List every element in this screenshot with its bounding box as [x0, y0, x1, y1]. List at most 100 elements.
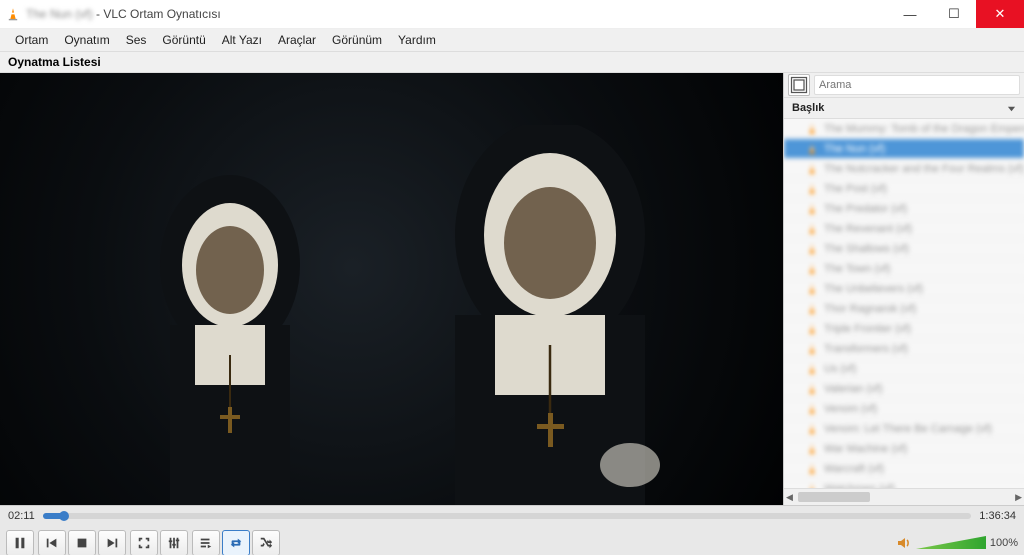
seek-knob[interactable] — [59, 511, 69, 521]
stop-icon — [75, 536, 89, 550]
vlc-cone-icon — [6, 7, 20, 21]
menu-gorunum[interactable]: Görünüm — [325, 31, 389, 49]
playlist-item-label: The Town (vf) — [824, 263, 890, 275]
menu-araclar[interactable]: Araçlar — [271, 31, 323, 49]
playlist-item[interactable]: War Machine (vf) — [784, 439, 1024, 459]
maximize-button[interactable]: ☐ — [932, 0, 976, 28]
equalizer-icon — [167, 536, 181, 550]
playlist-item-label: The Nutcracker and the Four Realms (vf) — [824, 163, 1024, 175]
playlist-item-label: The Shallows (vf) — [824, 243, 909, 255]
playlist-item[interactable]: The Nutcracker and the Four Realms (vf) — [784, 159, 1024, 179]
seek-row: 02:11 1:36:34 — [0, 506, 1024, 526]
fullscreen-icon — [137, 536, 151, 550]
playlist-item[interactable]: Valerian (vf) — [784, 379, 1024, 399]
vlc-cone-icon — [806, 463, 818, 475]
elapsed-time[interactable]: 02:11 — [8, 510, 35, 522]
menu-ses[interactable]: Ses — [119, 31, 154, 49]
playlist-item[interactable]: The Post (vf) — [784, 179, 1024, 199]
playlist-item[interactable]: The Shallows (vf) — [784, 239, 1024, 259]
total-time[interactable]: 1:36:34 — [979, 510, 1016, 522]
extended-settings-button[interactable] — [160, 530, 188, 555]
playlist-item[interactable]: The Predator (vf) — [784, 199, 1024, 219]
next-button[interactable] — [98, 530, 126, 555]
playlist-item[interactable]: Watchmen (vf) — [784, 479, 1024, 488]
playlist-item[interactable]: The Unbelievers (vf) — [784, 279, 1024, 299]
vlc-cone-icon — [806, 303, 818, 315]
search-input[interactable] — [814, 75, 1020, 95]
playlist-item-label: War Machine (vf) — [824, 443, 907, 455]
pause-icon — [13, 536, 27, 550]
vlc-cone-icon — [806, 163, 818, 175]
playlist-item[interactable]: Venom (vf) — [784, 399, 1024, 419]
shuffle-button[interactable] — [252, 530, 280, 555]
playlist-item[interactable]: The Town (vf) — [784, 259, 1024, 279]
vlc-cone-icon — [806, 123, 818, 135]
scrollbar-thumb[interactable] — [798, 492, 870, 502]
playlist-view-button[interactable] — [788, 74, 810, 96]
playlist-item[interactable]: Venom: Let There Be Carnage (vf) — [784, 419, 1024, 439]
menubar: Ortam Oynatım Ses Görüntü Alt Yazı Araçl… — [0, 29, 1024, 52]
minimize-button[interactable]: — — [888, 0, 932, 28]
loop-button[interactable] — [222, 530, 250, 555]
playlist-item[interactable]: The Mummy: Tomb of the Dragon Emperor (v… — [784, 119, 1024, 139]
vlc-cone-icon — [806, 183, 818, 195]
seek-slider[interactable] — [43, 513, 972, 519]
skip-previous-icon — [45, 536, 59, 550]
scroll-right-icon[interactable]: ▶ — [1015, 492, 1022, 503]
playlist-item-label: The Mummy: Tomb of the Dragon Emperor (v… — [824, 123, 1024, 135]
playlist-icon — [199, 536, 213, 550]
vlc-cone-icon — [806, 263, 818, 275]
playlist-hscrollbar[interactable]: ◀ ▶ — [784, 488, 1024, 505]
controls-bar: 100% — [0, 526, 1024, 555]
playlist-item-label: Venom (vf) — [824, 403, 877, 415]
volume-control: 100% — [896, 534, 1018, 552]
vlc-cone-icon — [806, 243, 818, 255]
menu-ortam[interactable]: Ortam — [8, 31, 55, 49]
playlist-item[interactable]: Transformers (vf) — [784, 339, 1024, 359]
playlist-item[interactable]: Thor Ragnarok (vf) — [784, 299, 1024, 319]
playlist-toolbar — [784, 73, 1024, 98]
playlist-item[interactable]: The Revenant (vf) — [784, 219, 1024, 239]
pause-button[interactable] — [6, 530, 34, 555]
scroll-left-icon[interactable]: ◀ — [786, 492, 793, 503]
playlist-panel: Başlık The Mummy: Tomb of the Dragon Emp… — [783, 73, 1024, 505]
fullscreen-button[interactable] — [130, 530, 158, 555]
vlc-cone-icon — [806, 423, 818, 435]
playlist-header: Oynatma Listesi — [0, 52, 1024, 73]
stop-button[interactable] — [68, 530, 96, 555]
vlc-cone-icon — [806, 383, 818, 395]
playlist-item-label: The Unbelievers (vf) — [824, 283, 923, 295]
close-button[interactable]: ✕ — [976, 0, 1024, 28]
volume-slider[interactable] — [916, 534, 986, 552]
window-title: The Nun (vf) - VLC Ortam Oynatıcısı — [26, 7, 888, 21]
playlist-item-label: Transformers (vf) — [824, 343, 908, 355]
playlist-item-label: Us (vf) — [824, 363, 856, 375]
playlist-item[interactable]: Warcraft (vf) — [784, 459, 1024, 479]
vlc-cone-icon — [806, 403, 818, 415]
vlc-cone-icon — [806, 223, 818, 235]
loop-icon — [229, 536, 243, 550]
menu-yardim[interactable]: Yardım — [391, 31, 443, 49]
playlist-column-header[interactable]: Başlık — [784, 98, 1024, 119]
playlist-item-label: Venom: Let There Be Carnage (vf) — [824, 423, 992, 435]
shuffle-icon — [259, 536, 273, 550]
skip-next-icon — [105, 536, 119, 550]
playlist-item-label: Valerian (vf) — [824, 383, 882, 395]
previous-button[interactable] — [38, 530, 66, 555]
menu-goruntu[interactable]: Görüntü — [155, 31, 212, 49]
content-area: Başlık The Mummy: Tomb of the Dragon Emp… — [0, 73, 1024, 506]
playlist-item[interactable]: The Nun (vf) — [784, 139, 1024, 159]
vlc-cone-icon — [806, 323, 818, 335]
video-area[interactable] — [0, 73, 783, 505]
volume-percent: 100% — [990, 537, 1018, 549]
menu-oynatim[interactable]: Oynatım — [57, 31, 116, 49]
vlc-cone-icon — [806, 443, 818, 455]
speaker-icon[interactable] — [896, 535, 912, 551]
playlist-toggle-button[interactable] — [192, 530, 220, 555]
playlist-item[interactable]: Triple Frontier (vf) — [784, 319, 1024, 339]
playlist-item-label: The Nun (vf) — [824, 143, 885, 155]
menu-altyazi[interactable]: Alt Yazı — [215, 31, 269, 49]
vlc-cone-icon — [806, 363, 818, 375]
playlist-list[interactable]: The Mummy: Tomb of the Dragon Emperor (v… — [784, 119, 1024, 488]
playlist-item[interactable]: Us (vf) — [784, 359, 1024, 379]
